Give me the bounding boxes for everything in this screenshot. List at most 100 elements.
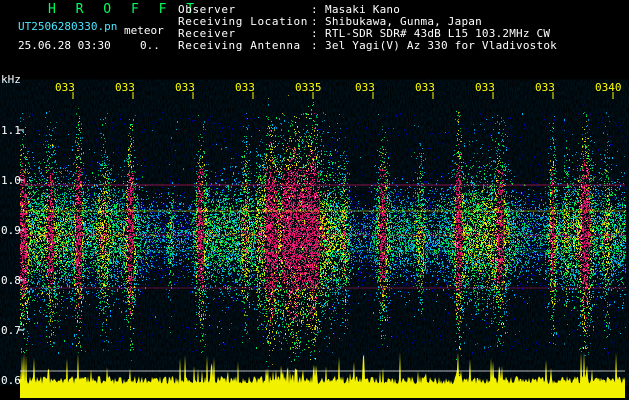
spectrogram-pixel — [49, 238, 50, 239]
spectrogram-pixel — [62, 221, 63, 222]
spectrogram-pixel — [72, 245, 73, 246]
spectrogram-pixel — [87, 239, 88, 240]
spectrogram-pixel — [23, 333, 24, 334]
spectrogram-pixel — [79, 237, 80, 238]
spectrogram-pixel — [69, 279, 70, 280]
spectrogram-pixel — [37, 287, 38, 288]
spectrogram-pixel — [75, 179, 76, 180]
spectrogram-pixel — [86, 232, 87, 233]
spectrogram-pixel — [24, 228, 25, 230]
spectrogram-pixel — [52, 346, 53, 347]
spectrogram-pixel — [64, 258, 65, 259]
spectrogram-pixel — [84, 181, 85, 182]
spectrogram-pixel — [84, 223, 85, 225]
spectrogram-pixel — [83, 228, 84, 230]
spectrogram-pixel — [51, 185, 52, 187]
spectrogram-pixel — [86, 234, 87, 235]
spectrogram-pixel — [38, 261, 39, 262]
spectrogram-pixel — [85, 260, 86, 262]
spectrogram-pixel — [77, 176, 78, 177]
spectrogram-pixel — [78, 108, 79, 109]
spectrogram-pixel — [28, 333, 29, 334]
spectrogram-pixel — [23, 233, 24, 234]
spectrogram-pixel — [27, 188, 28, 189]
spectrogram-pixel — [44, 240, 45, 242]
spectrogram-pixel — [22, 274, 23, 275]
spectrogram-pixel — [82, 276, 83, 277]
spectrogram-pixel — [36, 217, 37, 218]
spectrogram-pixel — [73, 236, 74, 237]
spectrogram-pixel — [20, 219, 21, 220]
spectrogram-pixel — [30, 193, 31, 194]
spectrogram-pixel — [88, 203, 89, 204]
spectrogram-pixel — [37, 247, 38, 248]
spectrogram-pixel — [44, 236, 45, 237]
spectrogram-pixel — [26, 285, 27, 286]
spectrogram-pixel — [46, 275, 47, 277]
spectrogram-pixel — [48, 146, 49, 147]
spectrogram-pixel — [80, 186, 81, 187]
spectrogram-pixel — [45, 236, 46, 237]
spectrogram-pixel — [58, 239, 59, 240]
spectrogram-pixel — [71, 253, 72, 254]
spectrogram-pixel — [59, 237, 60, 238]
spectrogram-pixel — [62, 227, 63, 228]
spectrogram-pixel — [54, 216, 55, 217]
spectrogram-pixel — [85, 263, 86, 264]
spectrogram-pixel — [74, 272, 75, 273]
spectrogram-pixel — [79, 277, 80, 278]
spectrogram-pixel — [56, 174, 57, 175]
spectrogram-pixel — [51, 192, 52, 194]
spectrogram-pixel — [86, 268, 87, 269]
spectrogram-pixel — [35, 217, 36, 218]
spectrogram-pixel — [24, 232, 25, 233]
spectrogram-pixel — [47, 241, 48, 243]
spectrogram-pixel — [29, 270, 30, 271]
spectrogram-pixel — [78, 251, 79, 252]
spectrogram-pixel — [29, 221, 30, 222]
spectrogram-pixel — [25, 197, 26, 198]
spectrogram-pixel — [42, 257, 43, 258]
spectrogram-pixel — [29, 191, 30, 192]
spectrogram-pixel — [89, 267, 90, 268]
spectrogram-pixel — [42, 204, 43, 205]
spectrogram-pixel — [47, 263, 48, 264]
spectrogram-pixel — [42, 285, 43, 286]
spectrogram-pixel — [62, 246, 63, 247]
spectrogram-pixel — [35, 225, 36, 227]
spectrogram-pixel — [63, 205, 64, 206]
spectrogram-pixel — [44, 232, 45, 234]
spectrogram-pixel — [52, 242, 53, 244]
spectrogram-pixel — [69, 216, 70, 217]
spectrogram-pixel — [74, 180, 75, 181]
spectrogram-pixel — [73, 238, 74, 239]
spectrogram-pixel — [64, 260, 65, 261]
spectrogram-pixel — [69, 286, 70, 287]
spectrogram-pixel — [45, 238, 46, 239]
spectrogram-pixel — [53, 235, 54, 236]
spectrogram-pixel — [37, 295, 38, 296]
spectrogram-pixel — [65, 269, 66, 270]
spectrogram-pixel — [63, 290, 64, 291]
spectrogram-pixel — [26, 254, 27, 255]
spectrogram-pixel — [65, 169, 66, 170]
spectrogram-pixel — [55, 139, 56, 140]
spectrogram-pixel — [46, 207, 47, 208]
spectrogram-pixel — [65, 168, 66, 169]
spectrogram-pixel — [39, 208, 40, 209]
spectrogram-pixel — [38, 210, 39, 211]
spectrogram-pixel — [50, 261, 51, 262]
spectrogram-pixel — [91, 258, 92, 259]
spectrogram-window: H R O F F T UT2506280330.pn meteor 25.06… — [0, 0, 629, 400]
spectrogram-pixel — [49, 252, 50, 253]
spectrogram-pixel — [63, 213, 64, 215]
spectrogram-pixel — [30, 237, 31, 238]
spectrogram-pixel — [43, 235, 44, 236]
spectrogram-pixel — [52, 263, 53, 264]
spectrogram-pixel — [72, 195, 73, 196]
spectrogram-pixel — [34, 220, 35, 221]
spectrogram-pixel — [70, 193, 71, 194]
spectrogram-pixel — [26, 268, 27, 269]
spectrogram-pixel — [79, 297, 80, 299]
spectrogram-pixel — [76, 294, 77, 295]
